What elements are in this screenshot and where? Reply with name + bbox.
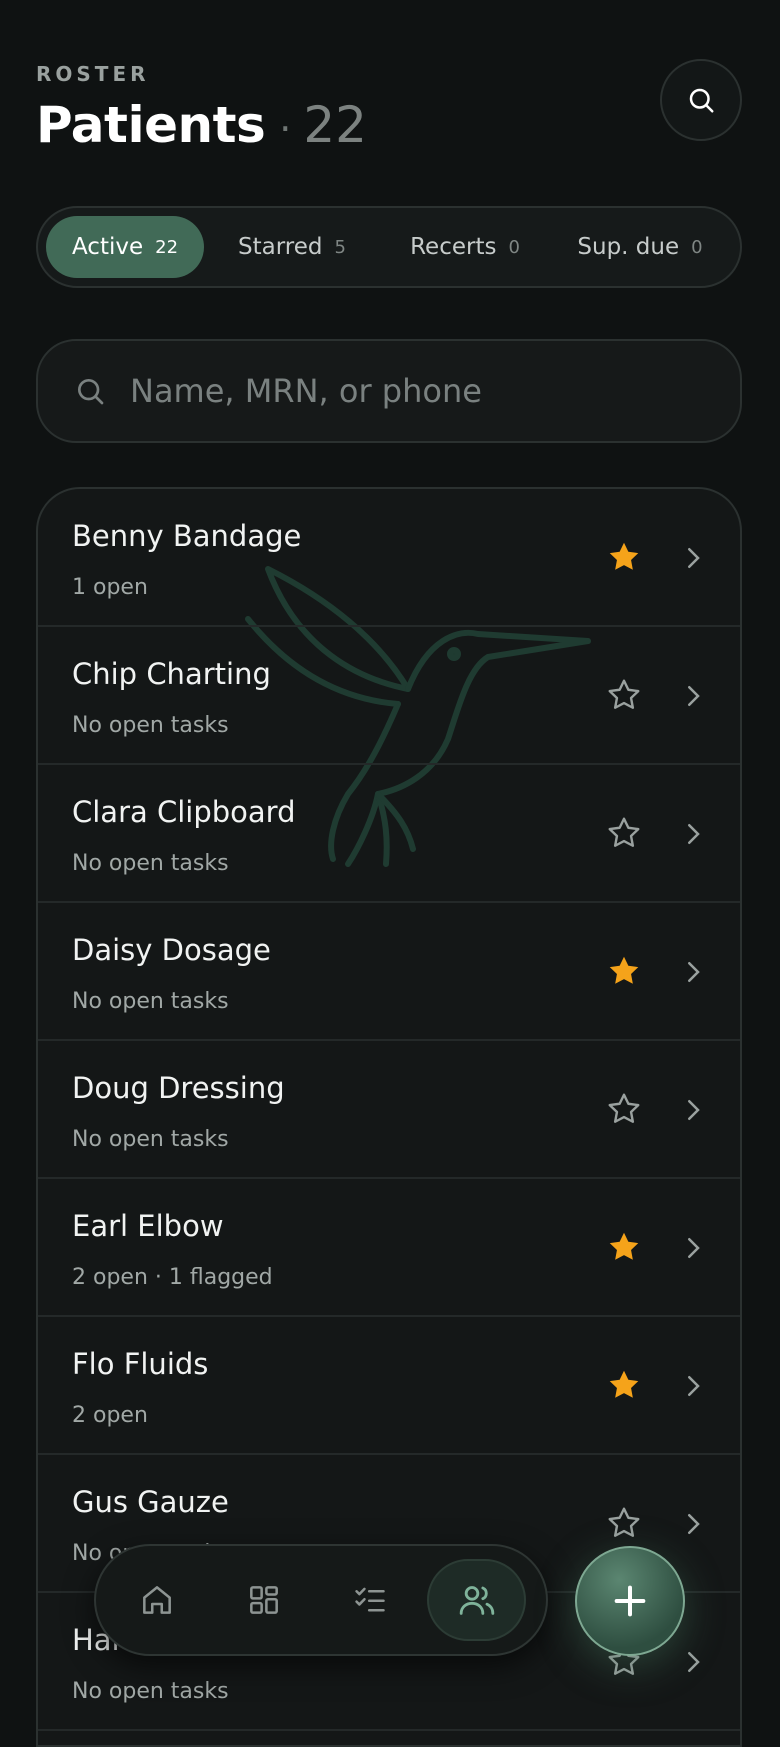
segment-count: 0 — [691, 236, 703, 258]
patient-name: Chip Charting — [72, 657, 271, 691]
chevron-right-icon — [688, 824, 700, 844]
list-item[interactable]: Flo Fluids 2 open — [38, 1317, 740, 1455]
list-item[interactable]: Chip Charting No open tasks — [38, 627, 740, 765]
segment-recerts[interactable]: Recerts 0 — [380, 216, 550, 278]
search-button[interactable] — [660, 59, 742, 141]
list-item[interactable]: Benny Bandage 1 open — [38, 489, 740, 627]
patient-status: 2 open — [72, 1403, 148, 1428]
patient-status: No open tasks — [72, 851, 229, 876]
plus-icon — [614, 1585, 646, 1617]
star-outline-icon[interactable] — [606, 1505, 642, 1541]
segment-label: Sup. due — [577, 234, 680, 260]
segment-sup-due[interactable]: Sup. due 0 — [550, 216, 730, 278]
list-item[interactable]: Earl Elbow 2 open · 1 flagged — [38, 1179, 740, 1317]
segment-count: 22 — [155, 236, 179, 258]
star-filled-icon[interactable] — [606, 1367, 642, 1403]
list-item[interactable]: Doug Dressing No open tasks — [38, 1041, 740, 1179]
star-filled-icon[interactable] — [606, 1229, 642, 1265]
patient-name: Clara Clipboard — [72, 795, 296, 829]
section-eyebrow: ROSTER — [36, 62, 150, 86]
tab-home[interactable] — [108, 1559, 206, 1641]
star-outline-icon[interactable] — [606, 677, 642, 713]
patient-status: No open tasks — [72, 1127, 229, 1152]
tab-patients[interactable] — [427, 1559, 526, 1641]
title-separator: · — [279, 107, 292, 151]
chevron-right-icon — [688, 1514, 700, 1534]
patient-name: Flo Fluids — [72, 1347, 209, 1381]
segment-starred[interactable]: Starred 5 — [204, 216, 380, 278]
search-placeholder: Name, MRN, or phone — [130, 372, 482, 410]
checklist-icon — [355, 1587, 385, 1612]
chevron-right-icon — [688, 1100, 700, 1120]
patient-name: Benny Bandage — [72, 519, 302, 553]
patient-name: Daisy Dosage — [72, 933, 271, 967]
segment-label: Active — [71, 234, 144, 260]
segment-count: 0 — [508, 236, 520, 258]
filter-segments: Active 22 Starred 5 Recerts 0 Sup. due 0 — [36, 206, 742, 288]
patient-name: Doug Dressing — [72, 1071, 285, 1105]
list-item[interactable]: Daisy Dosage No open tasks — [38, 903, 740, 1041]
chevron-right-icon — [688, 548, 700, 568]
home-icon — [143, 1586, 172, 1614]
tab-tasks[interactable] — [321, 1559, 419, 1641]
search-icon — [78, 379, 104, 405]
star-filled-icon[interactable] — [606, 953, 642, 989]
patient-status: No open tasks — [72, 713, 229, 738]
chevron-right-icon — [688, 686, 700, 706]
page-title: Patients · 22 — [36, 96, 367, 154]
star-filled-icon[interactable] — [606, 539, 642, 575]
tab-dashboard[interactable] — [214, 1559, 312, 1641]
patient-status: No open tasks — [72, 989, 229, 1014]
star-outline-icon[interactable] — [606, 815, 642, 851]
chevron-right-icon — [688, 1238, 700, 1258]
page-title-text: Patients — [36, 96, 266, 154]
star-outline-icon[interactable] — [606, 1091, 642, 1127]
chevron-right-icon — [688, 1652, 700, 1672]
chevron-right-icon — [688, 1376, 700, 1396]
list-item[interactable]: Clara Clipboard No open tasks — [38, 765, 740, 903]
add-patient-button[interactable] — [575, 1546, 685, 1656]
patient-status: 2 open · 1 flagged — [72, 1265, 273, 1290]
patient-count: 22 — [303, 96, 367, 154]
bottom-tab-bar — [94, 1544, 548, 1656]
patient-name: Gus Gauze — [72, 1485, 229, 1519]
patient-name: Earl Elbow — [72, 1209, 224, 1243]
patient-status: 1 open — [72, 575, 148, 600]
grid-icon — [249, 1586, 278, 1614]
segment-active[interactable]: Active 22 — [46, 216, 204, 278]
segment-count: 5 — [334, 236, 346, 258]
search-icon — [689, 88, 714, 113]
segment-label: Recerts — [410, 234, 497, 260]
segment-label: Starred — [238, 234, 323, 260]
people-icon — [459, 1586, 494, 1615]
chevron-right-icon — [688, 962, 700, 982]
search-input[interactable]: Name, MRN, or phone — [36, 339, 742, 443]
patient-status: No open tasks — [72, 1679, 229, 1704]
